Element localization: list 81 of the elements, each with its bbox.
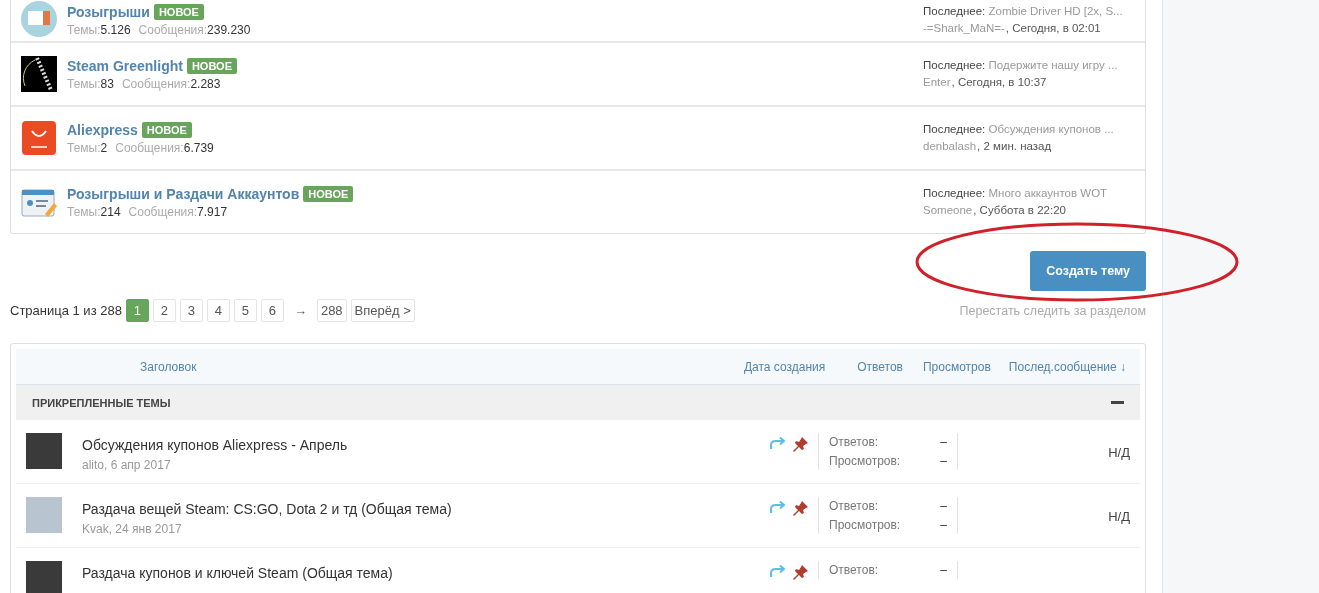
stat-value: 7.917 — [197, 204, 228, 219]
replies-value: – — [940, 499, 947, 513]
stat-value: 83 — [100, 76, 114, 91]
forum-title-link[interactable]: Steam Greenlight — [67, 57, 183, 74]
replies-label: Ответов: — [829, 435, 879, 449]
new-badge: НОВОЕ — [141, 121, 192, 138]
last-post-link[interactable]: Много аккаунтов WOT — [988, 187, 1108, 199]
stat-label: Темы: — [67, 140, 101, 155]
last-message-value: Н/Д — [1108, 445, 1130, 460]
replies-value: – — [940, 563, 947, 577]
views-value: – — [940, 454, 947, 468]
page-skip-arrow: → — [293, 303, 307, 318]
page-count-label: Страница 1 из 288 — [10, 303, 122, 318]
next-page-button[interactable]: Вперёд > — [350, 299, 415, 322]
last-post-link[interactable]: Zombie Driver HD [2x, S... — [988, 5, 1123, 17]
stat-label: Темы: — [67, 76, 101, 91]
page-button[interactable]: 1 — [125, 299, 149, 322]
last-message-value: Н/Д — [1108, 509, 1130, 524]
page-button[interactable]: 5 — [233, 299, 257, 322]
forum-title-link[interactable]: Розыгрыши и Раздачи Аккаунтов — [67, 185, 300, 202]
stat-value: 214 — [100, 204, 121, 219]
column-sort-link[interactable]: Просмотров — [923, 359, 991, 374]
views-label: Просмотров: — [829, 454, 901, 468]
stat-label: Темы: — [67, 23, 101, 37]
views-label: Просмотров: — [829, 518, 901, 532]
last-post-link[interactable]: Подержите нашу игру ... — [988, 59, 1118, 71]
last-post-label: Последнее: — [923, 187, 986, 199]
film-strip-icon — [21, 56, 57, 92]
last-post-label: Последнее: — [923, 59, 986, 71]
thread-meta: alito, 6 апр 2017 — [82, 458, 172, 472]
unfollow-link[interactable]: Перестать следить за разделом — [959, 303, 1146, 318]
page-button[interactable]: 4 — [206, 299, 230, 322]
stat-value: 239.230 — [207, 23, 251, 37]
stat-value: 5.126 — [100, 23, 131, 37]
column-sort-link[interactable]: Заголовок — [78, 359, 197, 374]
stat-label: Сообщения: — [121, 76, 191, 91]
page-button[interactable]: 2 — [152, 299, 176, 322]
last-post-author[interactable]: denbalash — [923, 138, 977, 155]
stat-label: Сообщения: — [128, 204, 198, 219]
forum-title-link[interactable]: Aliexpress — [67, 121, 138, 138]
last-post-time: , 2 мин. назад — [977, 139, 1052, 154]
last-post-time: , Сегодня, в 10:37 — [951, 75, 1047, 90]
replies-value: – — [940, 435, 947, 449]
new-badge: НОВОЕ — [186, 57, 237, 74]
stat-value: 2.283 — [190, 76, 221, 91]
stat-label: Сообщения: — [115, 140, 184, 155]
thread-title-link[interactable]: Раздача купонов и ключей Steam (Общая тема) — [82, 565, 769, 581]
avatar-placeholder[interactable] — [26, 497, 62, 533]
replies-label: Ответов: — [829, 563, 879, 577]
create-topic-button[interactable]: Создать тему — [1030, 251, 1146, 291]
avatar-placeholder[interactable] — [26, 433, 62, 469]
page-button[interactable]: 3 — [179, 299, 203, 322]
column-sort-link[interactable]: Дата создания — [743, 359, 826, 374]
thread-title-link[interactable]: Обсуждения купонов Aliexpress - Апрель — [82, 437, 769, 453]
views-value: – — [940, 518, 947, 532]
shopping-bag-icon — [21, 120, 57, 156]
stat-value: 2 — [100, 140, 108, 155]
new-badge: НОВОЕ — [303, 185, 354, 202]
thread-meta: Kvak, 24 янв 2017 — [82, 522, 183, 536]
column-sort-link[interactable]: Послед.сообщение ↓ — [1008, 359, 1126, 374]
last-post-author[interactable]: Someone — [923, 202, 973, 219]
avatar-placeholder[interactable] — [26, 561, 62, 593]
replies-label: Ответов: — [829, 499, 879, 513]
last-post-label: Последнее: — [923, 123, 986, 135]
forum-title-link[interactable]: Розыгрыши — [67, 4, 150, 20]
page-button[interactable]: 6 — [260, 299, 284, 322]
stat-value: 6.739 — [183, 140, 214, 155]
stat-label: Темы: — [67, 204, 101, 219]
new-badge: НОВОЕ — [153, 4, 204, 20]
stat-label: Сообщения: — [138, 23, 208, 37]
last-post-time: , Суббота в 22:20 — [973, 203, 1066, 218]
collapse-icon[interactable] — [1111, 401, 1124, 404]
thread-title-link[interactable]: Раздача вещей Steam: CS:GO, Dota 2 и тд (Общая тема) — [82, 501, 769, 517]
page-button[interactable]: 288 — [316, 299, 347, 322]
last-post-link[interactable]: Обсуждения купонов ... — [988, 123, 1114, 135]
group-title: ПРИКРЕПЛЕННЫЕ ТЕМЫ — [32, 396, 171, 409]
last-post-time: , Сегодня, в 02:01 — [1005, 21, 1101, 36]
last-post-author[interactable]: -=Shark_MaN=- — [923, 20, 1005, 37]
last-post-label: Последнее: — [923, 5, 986, 17]
column-sort-link[interactable]: Ответов — [857, 359, 903, 374]
last-post-author[interactable]: Enter — [923, 74, 951, 91]
